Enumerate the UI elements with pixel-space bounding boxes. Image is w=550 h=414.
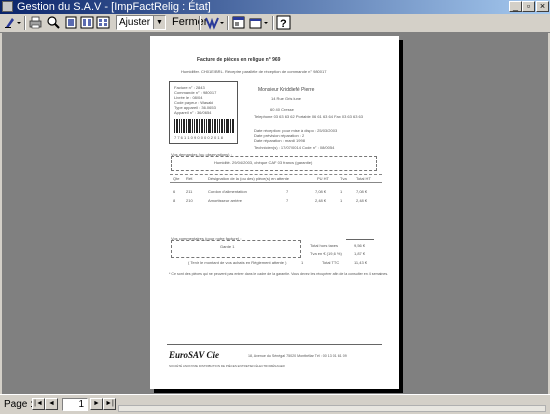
footer-small: SOCIÉTÉ ANONYME DISTRIBUTION DE PIÈCES E… — [169, 364, 285, 368]
col-tva-header: Tva — [340, 176, 347, 181]
total-value: 11,43 € — [354, 260, 368, 265]
close-button[interactable]: × — [536, 1, 549, 12]
office-links-icon[interactable] — [203, 15, 225, 30]
col-ref-header: Réf. — [186, 176, 194, 181]
table-header-rule — [170, 182, 382, 183]
app-icon[interactable] — [2, 1, 13, 12]
row-desc: Cordon d'alimentation — [208, 189, 247, 194]
row-ref: 211 — [186, 189, 193, 194]
comment-value: Garde 1 — [220, 244, 235, 249]
client-line: Date réparation : mardi 1998 — [254, 138, 305, 143]
zoom-value: Ajuster — [119, 17, 151, 28]
toolbar-separator — [227, 16, 229, 30]
print-icon[interactable] — [28, 15, 43, 30]
row-desc: Amortisseur arrière — [208, 198, 243, 203]
row-tva: 2,48 € — [315, 198, 327, 203]
new-object-icon[interactable] — [248, 15, 270, 30]
minimize-button[interactable]: _ — [509, 1, 522, 12]
client-line: 14 Rue Gris lune — [271, 96, 302, 101]
col-desc-header: Désignation de la (ou des) pièce(s) en a… — [208, 176, 289, 181]
database-window-icon[interactable] — [231, 15, 246, 30]
invoice-info-box: Facture n° : 2843 Commande n° : 980017 L… — [169, 81, 238, 144]
report-subtitle: Humidifier. CH01E/BRL. Réceptre parallèl… — [181, 69, 327, 74]
footnote: * Ce sont des pièces qui ne peuvent pas … — [169, 272, 389, 276]
company-address: 18, Avenue du Sénégal 75020 Montbéliar T… — [248, 354, 347, 358]
title-bar: Gestion du S.A.V - [ImpFactRelig : État]… — [0, 0, 550, 14]
one-page-icon[interactable] — [64, 15, 78, 30]
total-label: Tva en € (19,6 %) — [310, 251, 342, 256]
col-total-header: Total HT — [356, 176, 371, 181]
total-label: Total TTC — [322, 260, 340, 265]
row-qty: 6 — [173, 189, 176, 194]
toolbar-separator — [24, 16, 26, 30]
toolbar: Ajuster ▼ Fermer ? — [0, 14, 550, 33]
two-pages-icon[interactable] — [80, 15, 94, 30]
totals-rule — [346, 239, 374, 240]
report-title: Facture de pièces en religue n° 969 — [197, 57, 281, 63]
info-line: Appareil n° : 36/0654 — [174, 110, 212, 115]
last-page-button[interactable]: ►| — [103, 398, 116, 410]
client-line: Technicien(s) : 17/07/0014 Code n° : 08/… — [254, 145, 335, 150]
remarks-box: Humidité. 29/04/2003, chèque CAF 03 fran… — [171, 156, 377, 171]
page-number-input[interactable]: 1 — [62, 398, 88, 411]
zoom-select[interactable]: Ajuster ▼ — [116, 15, 166, 30]
row-qty: 8 — [173, 198, 176, 203]
toolbar-separator — [199, 16, 201, 30]
remarks-text: Humidité. 29/04/2003, chèque CAF 03 fran… — [214, 160, 313, 165]
design-view-icon[interactable] — [2, 15, 22, 30]
client-line: 60 40 Cresse — [270, 107, 294, 112]
col-pu-header: PU HT — [317, 176, 329, 181]
row-tax: 1 — [340, 198, 343, 203]
row-tax: 1 — [340, 189, 343, 194]
row-pu: 7 — [286, 198, 289, 203]
first-page-button[interactable]: |◄ — [32, 398, 45, 410]
row-tva: 7,08 € — [315, 189, 327, 194]
reglement-value: 1 — [301, 260, 304, 265]
svg-text:?: ? — [280, 18, 287, 30]
next-page-button[interactable]: ► — [90, 398, 103, 410]
brand-logo: EuroSAV Cie — [169, 350, 219, 360]
help-icon[interactable]: ? — [276, 15, 291, 30]
table-top-rule — [170, 174, 382, 175]
comment-box: Garde 1 — [171, 240, 301, 258]
horizontal-scrollbar[interactable] — [118, 405, 546, 412]
report-page: Facture de pièces en religue n° 969 Humi… — [150, 36, 399, 389]
chevron-down-icon[interactable]: ▼ — [153, 16, 165, 29]
multiple-pages-icon[interactable] — [96, 15, 110, 30]
client-name: Monsieur Kriddiefé Pierre — [258, 87, 315, 93]
zoom-icon[interactable] — [46, 15, 61, 30]
barcode-icon — [174, 119, 234, 133]
footer-rule — [167, 344, 382, 345]
total-value: 1,87 € — [354, 251, 366, 256]
window-title: Gestion du S.A.V - [ImpFactRelig : État] — [17, 1, 211, 13]
status-bar: Page : |◄ ◄ 1 ► ►| — [0, 394, 550, 414]
page-label: Page : — [4, 399, 33, 410]
toolbar-separator — [272, 16, 274, 30]
reglement-line: ( Tenir le montant de vos achats en Règl… — [188, 260, 287, 265]
prev-page-button[interactable]: ◄ — [45, 398, 58, 410]
row-ref: 210 — [186, 198, 193, 203]
restore-button[interactable]: ▫ — [522, 1, 535, 12]
col-qty-header: Qte — [173, 176, 180, 181]
row-pu: 7 — [286, 189, 289, 194]
total-value: 9,56 € — [354, 243, 366, 248]
row-total: 7,08 € — [356, 189, 368, 194]
client-line: Telephone 03 63 63 62 Portable 06 61 63 … — [254, 114, 363, 119]
row-total: 2,48 € — [356, 198, 368, 203]
total-label: Total hors taxes — [310, 243, 339, 248]
barcode-text: 7 7 6 1 1 0 9 0 0 0 0 2 0 1 8 — [174, 135, 223, 140]
